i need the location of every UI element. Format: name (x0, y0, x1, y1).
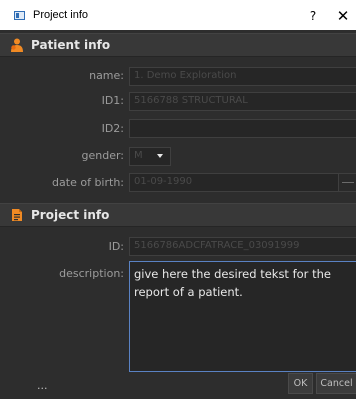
help-button[interactable]: ? (304, 7, 322, 25)
dob-spin-button[interactable] (339, 173, 356, 192)
project-info-header: Project info (0, 203, 356, 227)
description-label: description: (59, 267, 124, 280)
window-title: Project info (33, 9, 89, 21)
ok-button[interactable]: OK (288, 373, 313, 394)
chevron-down-icon (157, 154, 163, 158)
gender-value: M (134, 150, 143, 161)
name-label: name: (89, 69, 124, 82)
patient-info-header: Patient info (0, 33, 356, 57)
id2-label: ID2: (101, 122, 124, 135)
spin-icon (342, 182, 354, 183)
window-app-icon (14, 11, 25, 20)
name-field[interactable]: 1. Demo Exploration (129, 67, 356, 86)
gender-select[interactable]: M (129, 147, 171, 166)
description-textarea[interactable]: give here the desired tekst for the repo… (129, 261, 356, 372)
patient-info-title: Patient info (31, 38, 111, 52)
id1-field[interactable]: 5166788 STRUCTURAL (129, 92, 356, 111)
more-options-button[interactable]: ... (37, 379, 48, 392)
id2-field[interactable] (129, 119, 356, 138)
person-icon (11, 38, 23, 52)
id1-label: ID1: (101, 94, 124, 107)
gender-label: gender: (81, 149, 124, 162)
project-info-title: Project info (31, 208, 110, 222)
document-icon (12, 209, 22, 221)
project-info-dialog: Patient info name: 1. Demo Exploration I… (0, 30, 356, 399)
dob-field[interactable]: 01-09-1990 (129, 173, 339, 192)
project-id-label: ID: (108, 240, 124, 253)
close-button[interactable]: ✕ (333, 6, 353, 26)
project-id-field[interactable]: 5166786ADCFATRACE_03091999 (129, 237, 356, 256)
title-bar: Project info ? ✕ (0, 0, 356, 30)
dob-label: date of birth: (52, 176, 124, 189)
cancel-button[interactable]: Cancel (316, 373, 356, 394)
